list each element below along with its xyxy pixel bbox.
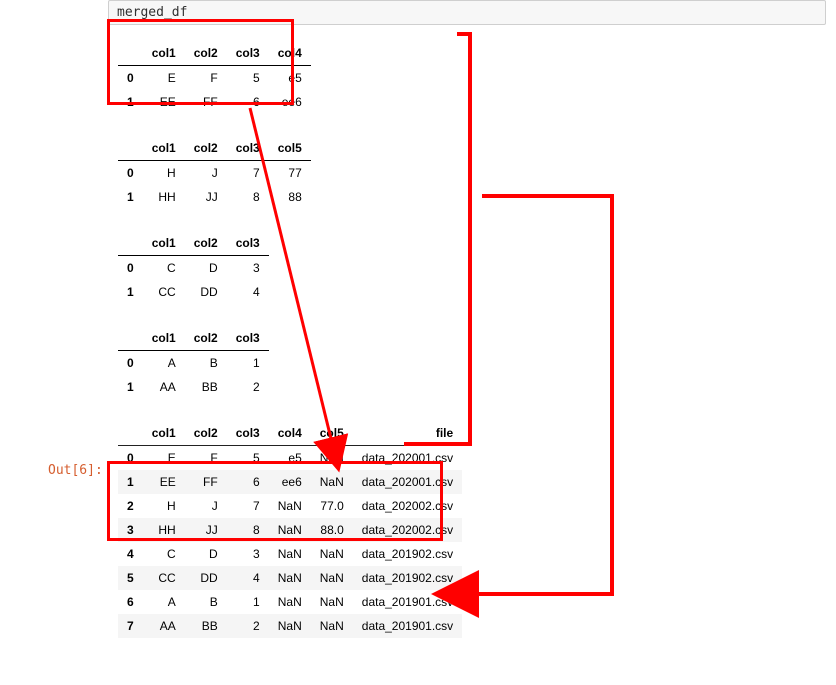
table-row: 0 C D 3: [118, 256, 269, 281]
highlight-box-top: [107, 19, 294, 105]
table-row: 7AABB2NaNNaNdata_201901.csv: [118, 614, 462, 638]
table-row: 4CD3NaNNaNdata_201902.csv: [118, 542, 462, 566]
df-block-3: col1 col2 col3 0 A B 1 1 AA BB 2: [118, 326, 836, 399]
df-table-1: col1 col2 col3 col5 0 H J 7 77 1 HH JJ 8: [118, 136, 311, 209]
out-label: Out[6]:: [48, 463, 103, 478]
df-block-2: col1 col2 col3 0 C D 3 1 CC DD 4: [118, 231, 836, 304]
table-row: 5CCDD4NaNNaNdata_201902.csv: [118, 566, 462, 590]
table-row: 1 CC DD 4: [118, 280, 269, 304]
code-text: merged_df: [117, 5, 187, 20]
df-table-3: col1 col2 col3 0 A B 1 1 AA BB 2: [118, 326, 269, 399]
df-block-1: col1 col2 col3 col5 0 H J 7 77 1 HH JJ 8: [118, 136, 836, 209]
table-row: 1 HH JJ 8 88: [118, 185, 311, 209]
table-row: 0 A B 1: [118, 351, 269, 376]
df-table-2: col1 col2 col3 0 C D 3 1 CC DD 4: [118, 231, 269, 304]
table-row: 0 H J 7 77: [118, 161, 311, 186]
highlight-box-result: [107, 461, 443, 541]
table-row: 6AB1NaNNaNdata_201901.csv: [118, 590, 462, 614]
table-row: 1 AA BB 2: [118, 375, 269, 399]
